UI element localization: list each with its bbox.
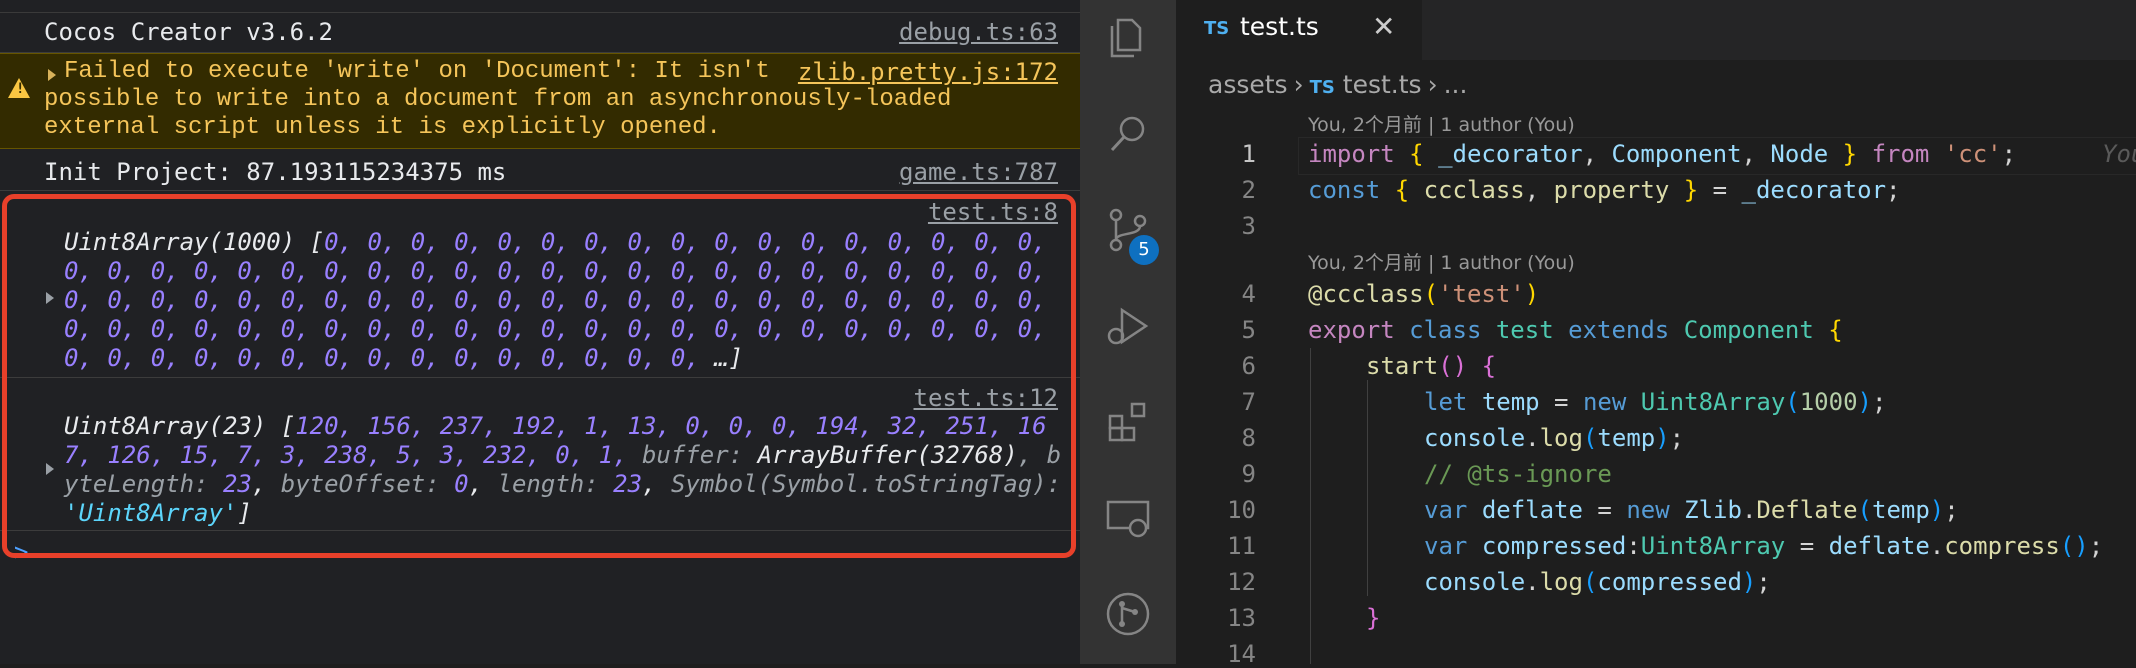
codelens-blame[interactable]: You, 2个月前 | 1 author (You) [1308,248,1575,275]
close-icon[interactable]: ✕ [1372,10,1395,43]
indent-guide [1310,348,1311,664]
console-source-link[interactable]: debug.ts:63 [899,18,1058,46]
code-line-5[interactable]: export class test extends Component { [1308,316,1843,344]
code-line-8[interactable]: console.log(temp); [1424,424,1684,452]
warning-line-2: possible to write into a document from a… [44,86,952,113]
line-number: 4 [1241,280,1256,308]
console-message: Cocos Creator v3.6.2 [44,18,333,46]
breadcrumb: assets › TS test.ts ›... [1208,70,1467,99]
git-graph-icon[interactable] [1104,590,1152,638]
line-number: 10 [1227,496,1256,524]
inline-blame: You [2102,140,2136,168]
codelens-blame[interactable]: You, 2个月前 | 1 author (You) [1308,110,1575,137]
line-number: 8 [1241,424,1256,452]
warning-icon [8,78,30,98]
line-number: 9 [1241,460,1256,488]
code-line-2[interactable]: const { ccclass, property } = _decorator… [1308,176,1900,204]
divider [0,190,1080,191]
line-number: 5 [1241,316,1256,344]
line-number: 2 [1241,176,1256,204]
line-number: 12 [1227,568,1256,596]
breadcrumb-folder[interactable]: assets [1208,70,1288,99]
typescript-icon: TS [1309,77,1335,98]
activity-bar: 5 [1080,0,1176,664]
clipped-row-top [0,0,1080,13]
warning-line-3: external script unless it is explicitly … [44,114,721,141]
code-line-10[interactable]: var deflate = new Zlib.Deflate(temp); [1424,496,1959,524]
code-line-12[interactable]: console.log(compressed); [1424,568,1771,596]
code-line-1[interactable]: import { _decorator, Component, Node } f… [1308,140,2016,168]
line-number: 7 [1241,388,1256,416]
code-line-7[interactable]: let temp = new Uint8Array(1000); [1424,388,1886,416]
tab-test-ts[interactable]: TS test.ts ✕ [1176,0,1423,60]
code-line-9[interactable]: // @ts-ignore [1424,460,1612,488]
tab-label: test.ts [1240,12,1319,41]
code-line-13[interactable]: } [1366,604,1380,632]
chevron-right-icon: › [1293,70,1304,99]
console-source-link[interactable]: zlib.pretty.js:172 [798,58,1058,86]
red-highlight-box [2,194,1076,558]
search-icon[interactable] [1104,110,1152,158]
indent-guide [1367,380,1368,596]
explorer-icon[interactable] [1104,14,1152,62]
typescript-icon: TS [1204,18,1230,39]
line-number: 6 [1241,352,1256,380]
console-warning-row: Failed to execute 'write' on 'Document':… [0,53,1080,149]
remote-explorer-icon[interactable] [1104,494,1152,542]
line-number: 1 [1241,140,1256,168]
console-message: Init Project: 87.193115234375 ms [44,158,507,186]
code-line-6[interactable]: start() { [1366,352,1496,380]
line-number: 11 [1227,532,1256,560]
tab-bar: TS test.ts ✕ [1176,0,2136,60]
code-line-11[interactable]: var compressed:Uint8Array = deflate.comp… [1424,532,2103,560]
chevron-right-icon: › [1427,70,1438,99]
console-source-link[interactable]: game.ts:787 [899,158,1058,186]
code-line-4[interactable]: @ccclass('test') [1308,280,1539,308]
devtools-console: Cocos Creator v3.6.2 debug.ts:63 Failed … [0,0,1080,664]
breadcrumb-file[interactable]: test.ts [1343,70,1422,99]
line-number: 3 [1241,212,1256,240]
warning-line-1: Failed to execute 'write' on 'Document':… [64,58,770,85]
extensions-icon[interactable] [1104,398,1152,446]
scm-badge: 5 [1129,235,1159,265]
expand-triangle-icon[interactable] [48,69,56,81]
breadcrumb-more[interactable]: ... [1444,70,1468,99]
line-number: 13 [1227,604,1256,632]
run-debug-icon[interactable] [1104,302,1152,350]
